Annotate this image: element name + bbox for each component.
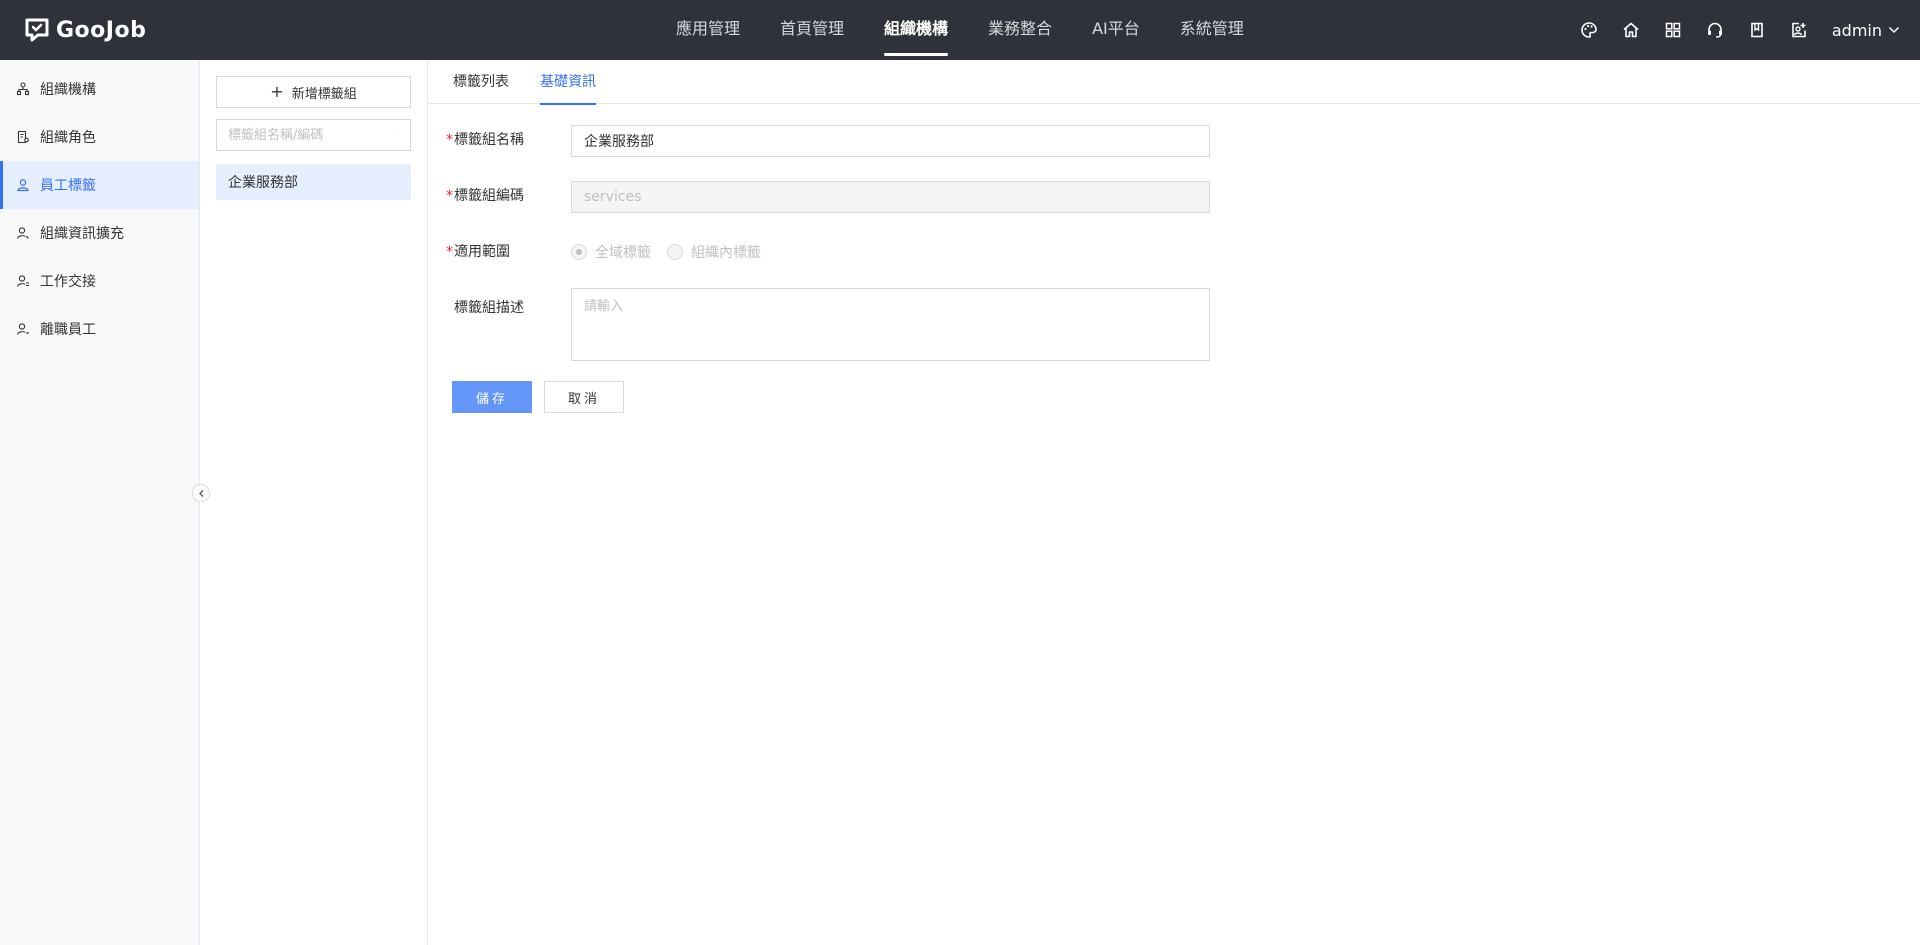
plus-icon: + (270, 82, 284, 101)
topnav-organization[interactable]: 組織機構 (864, 0, 968, 60)
topnav-app-management[interactable]: 應用管理 (656, 0, 760, 60)
desc-label: 標籤組描述 (454, 300, 524, 316)
header-tools: admin (1558, 0, 1900, 60)
chevron-down-icon (1888, 26, 1900, 34)
tag-group-search-input[interactable] (217, 120, 398, 150)
main-content: 標籤列表 基礎資訊 *標籤組名稱 *標籤組編碼 *適用範圍 全域標籤 組織內標籤… (428, 60, 1920, 945)
logo-mark-icon (24, 18, 50, 42)
form-row-name: *標籤組名稱 (446, 130, 566, 150)
add-tag-group-label: 新增標籤組 (291, 86, 357, 102)
topnav-ai-platform[interactable]: AI平台 (1072, 0, 1160, 60)
topnav-home-management[interactable]: 首頁管理 (760, 0, 864, 60)
scope-radio-global[interactable]: 全域標籤 (571, 242, 651, 262)
palette-icon[interactable] (1578, 19, 1600, 41)
sidebar-item-resigned-employees[interactable]: 離職員工 (0, 305, 199, 353)
sidebar-item-work-handover[interactable]: 工作交接 (0, 257, 199, 305)
user-edit-icon (16, 226, 30, 240)
sidebar-collapse-button[interactable] (192, 484, 210, 502)
cancel-button[interactable]: 取消 (544, 381, 624, 413)
sidebar-item-label: 工作交接 (40, 274, 96, 290)
add-tag-group-button[interactable]: + 新增標籤組 (216, 76, 411, 108)
apps-grid-icon[interactable] (1662, 19, 1684, 41)
book-icon[interactable] (1746, 19, 1768, 41)
sidebar-item-label: 組織角色 (40, 130, 96, 146)
role-doc-icon (16, 130, 30, 144)
sidebar-item-org-info-extension[interactable]: 組織資訊擴充 (0, 209, 199, 257)
tag-group-item[interactable]: 企業服務部 (216, 164, 411, 200)
sidebar-item-label: 組織資訊擴充 (40, 226, 124, 242)
search-icon[interactable] (398, 127, 400, 143)
tag-group-code-input[interactable] (571, 181, 1210, 213)
save-button[interactable]: 儲存 (452, 381, 532, 413)
tag-group-name-input[interactable] (571, 125, 1210, 157)
sidebar-item-organization[interactable]: 組織機構 (0, 65, 199, 113)
code-label: *標籤組編碼 (446, 188, 524, 204)
form-row-scope: *適用範圍 (446, 242, 566, 262)
tab-bar: 標籤列表 基礎資訊 (428, 60, 1920, 105)
tag-group-search (216, 119, 411, 151)
tab-basic-info[interactable]: 基礎資訊 (540, 60, 596, 105)
scope-radio-group: 全域標籤 組織內標籤 (571, 242, 777, 262)
headset-support-icon[interactable] (1704, 19, 1726, 41)
sidebar-item-roles[interactable]: 組織角色 (0, 113, 199, 161)
form-row-code: *標籤組編碼 (446, 186, 566, 206)
user-menu[interactable]: admin (1832, 21, 1900, 40)
edit-profile-icon[interactable] (1788, 19, 1810, 41)
tag-group-panel: + 新增標籤組 企業服務部 (200, 60, 428, 945)
top-header: GooJob 應用管理 首頁管理 組織機構 業務整合 AI平台 系統管理 adm… (0, 0, 1920, 60)
tag-group-desc-textarea[interactable] (571, 288, 1210, 361)
sidebar-item-label: 員工標籤 (40, 178, 96, 194)
topnav-business-integration[interactable]: 業務整合 (968, 0, 1072, 60)
left-sidebar: 組織機構 組織角色 員工標籤 組織資訊擴充 工作交接 離職員工 (0, 60, 200, 945)
brand-logo[interactable]: GooJob (24, 14, 146, 46)
user-transfer-icon (16, 274, 30, 288)
radio-checked-icon (571, 244, 587, 260)
tab-tag-list[interactable]: 標籤列表 (453, 60, 509, 104)
name-label: *標籤組名稱 (446, 132, 524, 148)
org-tree-icon (16, 82, 30, 96)
chevron-left-icon (198, 489, 203, 497)
radio-unchecked-icon (667, 244, 683, 260)
brand-name: GooJob (56, 17, 147, 43)
scope-radio-org[interactable]: 組織內標籤 (667, 242, 761, 262)
scope-label: *適用範圍 (446, 244, 510, 260)
user-leave-icon (16, 322, 30, 336)
top-navigation: 應用管理 首頁管理 組織機構 業務整合 AI平台 系統管理 (656, 0, 1264, 60)
sidebar-item-label: 離職員工 (40, 322, 96, 338)
sidebar-item-label: 組織機構 (40, 82, 96, 98)
home-icon[interactable] (1620, 19, 1642, 41)
user-tag-icon (16, 178, 30, 192)
user-name: admin (1831, 20, 1882, 40)
topnav-system-management[interactable]: 系統管理 (1160, 0, 1264, 60)
sidebar-item-employee-tags[interactable]: 員工標籤 (0, 161, 199, 209)
form-row-desc: 標籤組描述 (446, 298, 566, 318)
